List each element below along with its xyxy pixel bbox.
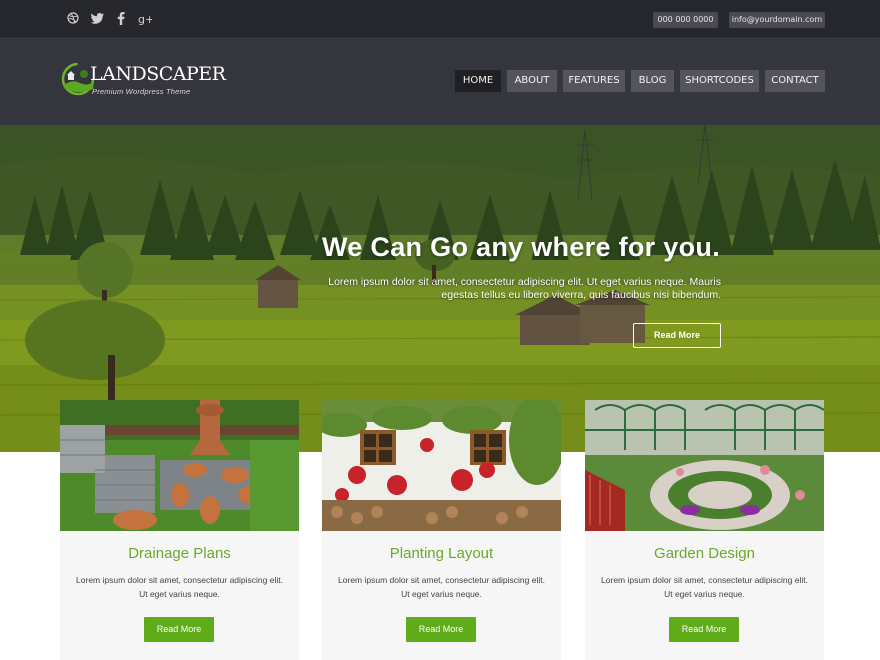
hero-text: Lorem ipsum dolor sit amet, consectetur … xyxy=(328,276,721,301)
card-title: Garden Design xyxy=(654,545,755,562)
card-read-more-button[interactable]: Read More xyxy=(669,617,739,642)
site-title: LANDSCAPER xyxy=(90,63,226,85)
hero-read-more-button[interactable]: Read More xyxy=(633,323,721,348)
card-text: Lorem ipsum dolor sit amet, consectetur … xyxy=(601,575,808,599)
svg-text:g+: g+ xyxy=(138,13,152,25)
dribbble-icon[interactable] xyxy=(66,10,80,26)
service-card-garden: Garden Design Lorem ipsum dolor sit amet… xyxy=(585,400,824,660)
email-chip[interactable]: info@yourdomain.com xyxy=(729,12,825,28)
card-text: Lorem ipsum dolor sit amet, consectetur … xyxy=(76,575,283,599)
nav-blog[interactable]: BLOG xyxy=(631,70,674,92)
garden-image xyxy=(585,400,824,531)
card-title: Drainage Plans xyxy=(128,545,231,562)
top-bar: g+ 000 000 0000 info@yourdomain.com xyxy=(0,0,880,37)
nav-home[interactable]: HOME xyxy=(455,70,501,92)
drainage-image xyxy=(60,400,299,531)
site-logo[interactable]: LANDSCAPER Premium Wordpress Theme xyxy=(60,59,226,103)
social-links: g+ xyxy=(66,10,152,26)
nav-about[interactable]: ABOUT xyxy=(507,70,557,92)
card-read-more-button[interactable]: Read More xyxy=(144,617,214,642)
twitter-icon[interactable] xyxy=(90,10,104,26)
google-plus-icon[interactable]: g+ xyxy=(138,10,152,26)
card-title: Planting Layout xyxy=(389,545,494,562)
site-tagline: Premium Wordpress Theme xyxy=(92,87,191,96)
card-read-more-button[interactable]: Read More xyxy=(406,617,476,642)
site-header: LANDSCAPER Premium Wordpress Theme HOME … xyxy=(0,37,880,125)
service-card-planting: Planting Layout Lorem ipsum dolor sit am… xyxy=(322,400,561,660)
card-text: Lorem ipsum dolor sit amet, consectetur … xyxy=(338,575,545,599)
nav-contact[interactable]: CONTACT xyxy=(765,70,825,92)
facebook-icon[interactable] xyxy=(114,10,128,26)
hero-title: We Can Go any where for you. xyxy=(322,232,720,262)
nav-shortcodes[interactable]: SHORTCODES xyxy=(680,70,759,92)
phone-chip[interactable]: 000 000 0000 xyxy=(653,12,718,28)
nav-features[interactable]: FEATURES xyxy=(563,70,625,92)
planting-image xyxy=(322,400,561,531)
service-card-drainage: Drainage Plans Lorem ipsum dolor sit ame… xyxy=(60,400,299,660)
